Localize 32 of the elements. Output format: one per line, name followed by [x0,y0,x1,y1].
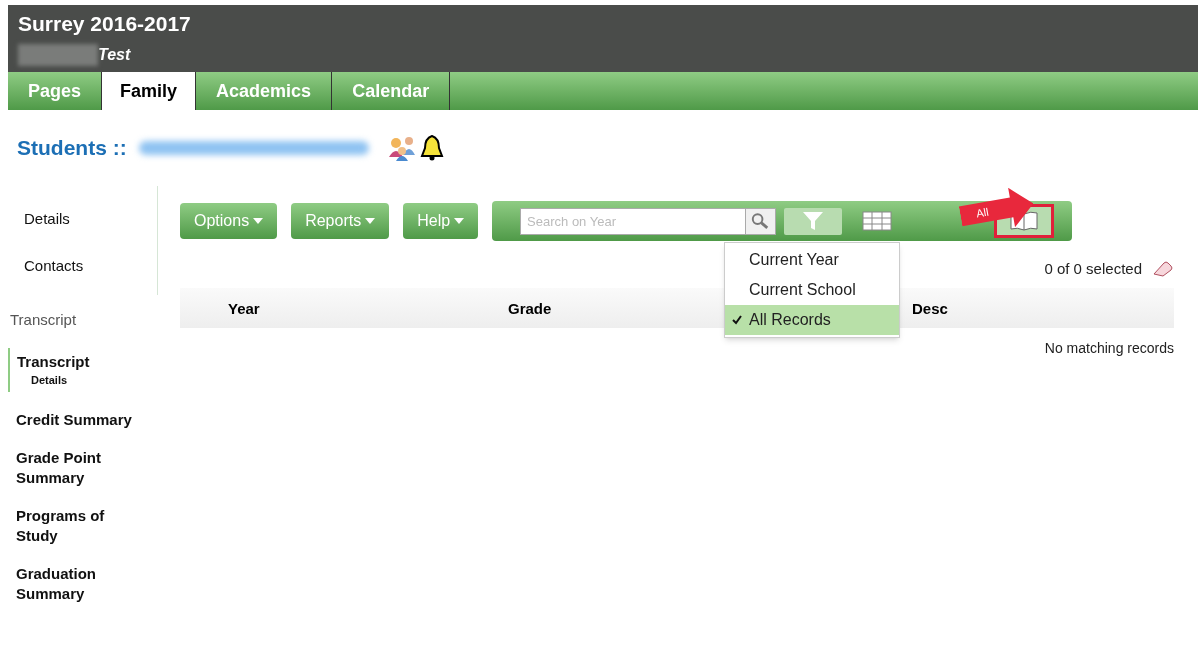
grid-icon[interactable] [862,211,893,231]
user-role: Test [98,45,131,65]
side-nav-link[interactable]: Contacts [24,242,84,289]
side-nav-item[interactable]: Credit Summary [8,410,138,430]
caret-icon [454,218,465,224]
column-header[interactable]: Year [228,298,260,321]
menu-item[interactable]: All Records [725,305,899,335]
caret-icon [365,218,376,224]
filter-icon [802,211,825,231]
menu-item[interactable]: Current Year [725,245,899,275]
nav-tab[interactable]: Family [102,72,197,110]
section-heading: Transcript [9,310,78,330]
menu-item[interactable]: Current School [725,275,899,305]
caret-icon [253,218,264,224]
check-icon [732,315,742,325]
column-header[interactable]: Desc [912,298,948,321]
family-icon [386,135,417,161]
breadcrumb-title: Students :: [17,135,127,162]
app-title: Surrey 2016-2017 [18,11,191,37]
empty-message: No matching records [1044,339,1174,358]
selection-count: 0 of 0 selected [1044,258,1142,279]
bell-icon[interactable] [418,134,445,162]
side-nav-item[interactable]: Transcript Details [8,347,138,392]
side-nav-item[interactable]: Grade Point Summary [8,448,138,488]
callout-label: All [974,204,990,222]
side-nav-item[interactable]: Programs of Study [8,506,138,546]
search-field[interactable]: Search on Year [520,207,747,235]
search-icon[interactable] [746,207,777,235]
side-nav-item[interactable]: Graduation Summary [8,564,138,604]
eraser-icon[interactable] [1152,260,1174,278]
column-header[interactable]: Grade [508,298,552,321]
side-nav-link[interactable]: Details [24,196,70,243]
